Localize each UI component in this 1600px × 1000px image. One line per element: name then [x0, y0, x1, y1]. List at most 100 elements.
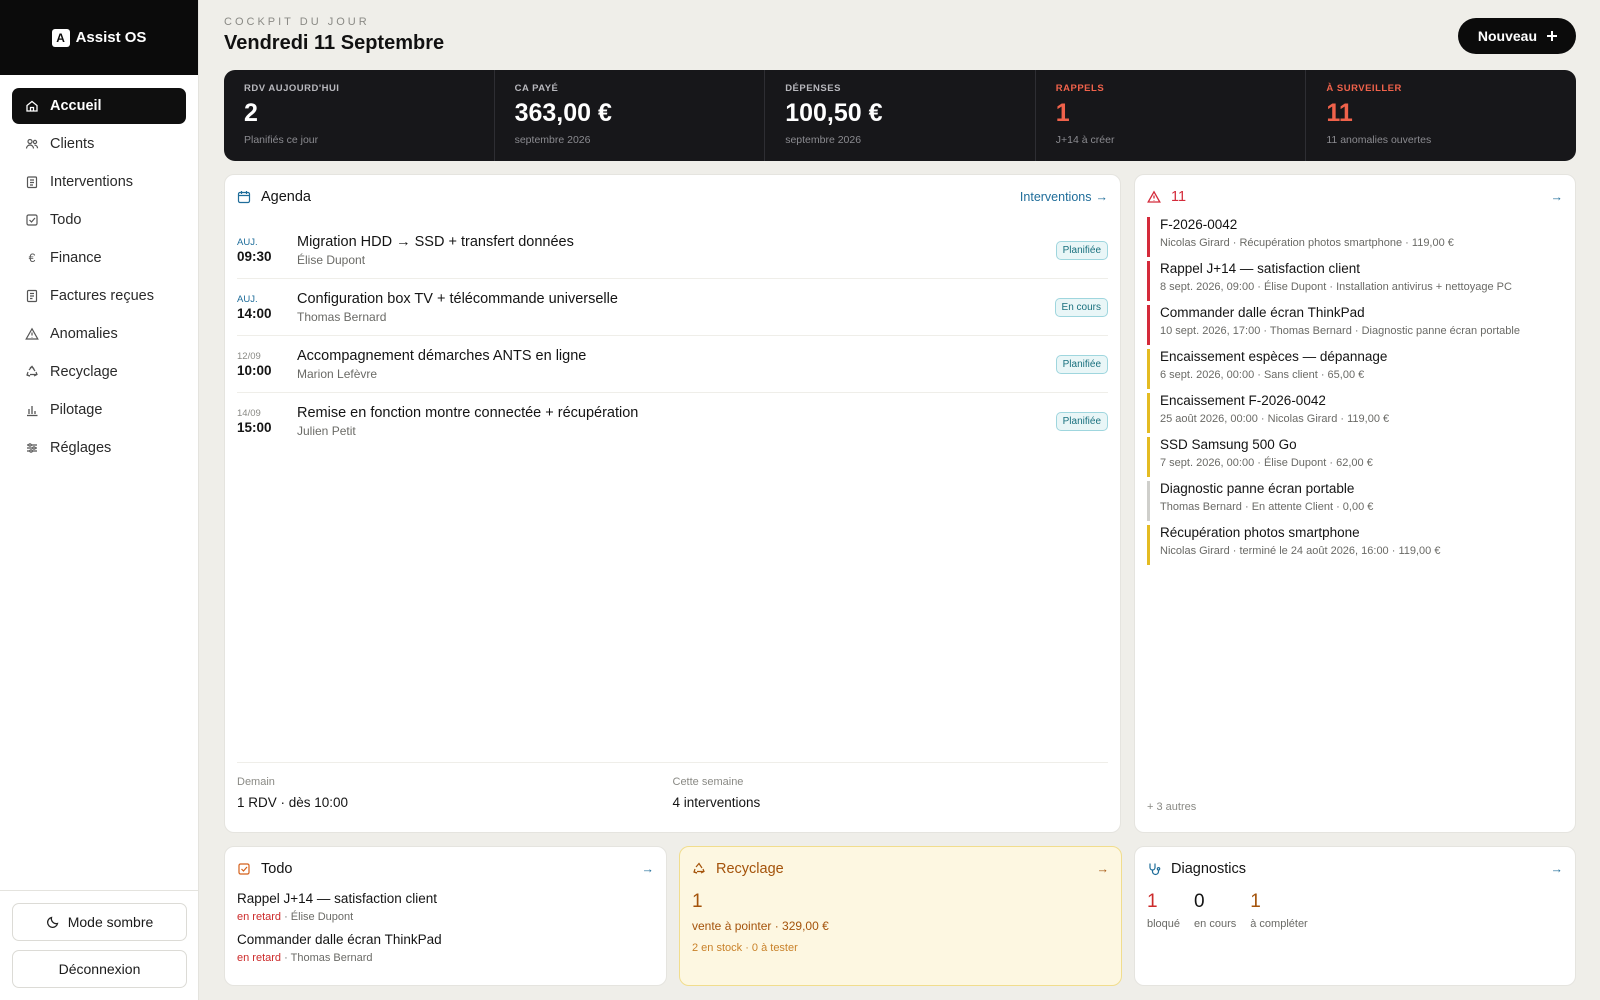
dark-mode-label: Mode sombre — [67, 914, 154, 930]
agenda-item[interactable]: 12/09 10:00 Accompagnement démarches ANT… — [237, 336, 1108, 393]
alert-item[interactable]: SSD Samsung 500 Go 7 sept. 2026, 00:00 ·… — [1147, 437, 1565, 477]
sidebar-item-anomalies[interactable]: Anomalies — [12, 316, 186, 352]
late-label: en retard — [237, 952, 282, 964]
sidebar-item-pilotage[interactable]: Pilotage — [12, 392, 186, 428]
sidebar-item-recyclage[interactable]: Recyclage — [12, 354, 186, 390]
sidebar-item-interventions[interactable]: Interventions — [12, 164, 186, 200]
diag-stat-value: 0 — [1194, 891, 1205, 912]
sidebar-item-label: Clients — [50, 136, 95, 152]
alert-item[interactable]: Encaissement espèces — dépannage 6 sept.… — [1147, 349, 1565, 389]
alert-title: Encaissement F-2026-0042 — [1160, 393, 1326, 408]
sidebar-item-clients[interactable]: Clients — [12, 126, 186, 162]
alert-sub: Nicolas Girard · terminé le 24 août 2026… — [1160, 545, 1441, 557]
agenda-day: AUJ. — [237, 293, 258, 305]
agenda-card: Agenda Interventions → AUJ. 09:30 Migrat… — [224, 174, 1121, 833]
agenda-tomorrow: Demain 1 RDV · dès 10:00 — [237, 776, 673, 810]
agenda-what: Configuration box TV + télécommande univ… — [297, 291, 618, 324]
todo-item-title: Commander dalle écran ThinkPad — [237, 932, 442, 947]
todo-card: Todo → Rappel J+14 — satisfaction client… — [224, 846, 667, 986]
kpi-value: 100,50 € — [785, 99, 883, 127]
kpi-label: DÉPENSES — [785, 83, 841, 94]
agenda-item[interactable]: AUJ. 14:00 Configuration box TV + téléco… — [237, 279, 1108, 336]
kpi-ca-paye[interactable]: CA PAYÉ 363,00 € septembre 2026 — [493, 70, 765, 161]
clipboard-icon — [25, 175, 39, 189]
diag-stat-blocked[interactable]: 1 bloqué — [1147, 891, 1180, 930]
agenda-item[interactable]: 14/09 15:00 Remise en fonction montre co… — [237, 393, 1108, 450]
sidebar-item-todo[interactable]: Todo — [12, 202, 186, 238]
page-kicker: COCKPIT DU JOUR — [224, 16, 370, 28]
todo-item[interactable]: Commander dalle écran ThinkPad en retard… — [237, 932, 654, 964]
sidebar-item-accueil[interactable]: Accueil — [12, 88, 186, 124]
alert-item[interactable]: Récupération photos smartphone Nicolas G… — [1147, 525, 1565, 565]
alert-item[interactable]: Diagnostic panne écran portable Thomas B… — [1147, 481, 1565, 521]
sidebar-item-finance[interactable]: € Finance — [12, 240, 186, 276]
alerts-more[interactable]: + 3 autres — [1147, 801, 1196, 813]
interventions-link[interactable]: Interventions → — [1020, 190, 1108, 204]
alert-item[interactable]: Rappel J+14 — satisfaction client 8 sept… — [1147, 261, 1565, 301]
recyclage-stock: 2 en stock · 0 à tester — [692, 942, 798, 954]
agenda-item-title: Remise en fonction montre connectée + ré… — [297, 405, 639, 421]
sidebar-item-label: Accueil — [50, 98, 102, 114]
alert-sub: Thomas Bernard · En attente Client · 0,0… — [1160, 501, 1374, 513]
agenda-when: 12/09 10:00 — [237, 351, 297, 378]
bar-chart-icon — [25, 403, 39, 417]
sidebar-item-label: Todo — [50, 212, 82, 228]
recyclage-link[interactable]: → — [1097, 862, 1110, 876]
logout-button[interactable]: Déconnexion — [12, 950, 187, 988]
arrow-right-icon: → — [1096, 862, 1110, 876]
agenda-item-client: Julien Petit — [297, 424, 356, 438]
agenda-header: Agenda Interventions → — [237, 189, 1108, 205]
agenda-item[interactable]: AUJ. 09:30 Migration HDD → SSD + transfe… — [237, 222, 1108, 279]
alert-sub: 8 sept. 2026, 09:00 · Élise Dupont · Ins… — [1160, 281, 1512, 293]
todo-assignee: · Thomas Bernard — [281, 952, 373, 964]
dark-mode-button[interactable]: Mode sombre — [12, 903, 187, 941]
checkbox-icon — [25, 213, 39, 227]
tomorrow-label: Demain — [237, 776, 275, 788]
agenda-item-title: Configuration box TV + télécommande univ… — [297, 290, 618, 307]
kpi-value: 363,00 € — [514, 99, 612, 127]
sidebar-item-label: Factures reçues — [50, 288, 154, 304]
todo-header: Todo → — [237, 861, 654, 877]
brand-name: Assist OS — [75, 29, 147, 46]
kpi-value: 1 — [1055, 99, 1070, 127]
brand-logo[interactable]: A Assist OS — [0, 0, 198, 75]
interventions-link-label: Interventions — [1019, 190, 1092, 204]
alerts-header: 11 → — [1147, 189, 1563, 205]
sidebar-item-reglages[interactable]: Réglages — [12, 430, 186, 466]
kpi-rappels[interactable]: RAPPELS 1 J+14 à créer — [1034, 70, 1306, 161]
agenda-what: Accompagnement démarches ANTS en ligne M… — [297, 348, 586, 381]
receipt-icon — [25, 289, 39, 303]
alert-item[interactable]: Commander dalle écran ThinkPad 10 sept. … — [1147, 305, 1565, 345]
logout-label: Déconnexion — [58, 961, 141, 977]
diag-stat-label: à compléter — [1250, 918, 1308, 930]
diagnostics-link[interactable]: → — [1551, 862, 1564, 876]
kpi-depenses[interactable]: DÉPENSES 100,50 € septembre 2026 — [764, 70, 1035, 161]
diag-stat-to-complete[interactable]: 1 à compléter — [1250, 891, 1307, 930]
alert-sub: 25 août 2026, 00:00 · Nicolas Girard · 1… — [1160, 413, 1390, 425]
alerts-link[interactable]: → — [1551, 190, 1564, 204]
week-label: Cette semaine — [672, 776, 744, 788]
alerts-count: 11 — [1171, 189, 1187, 205]
alert-item[interactable]: F-2026-0042 Nicolas Girard · Récupératio… — [1147, 217, 1565, 257]
diag-stat-in-progress[interactable]: 0 en cours — [1194, 891, 1236, 930]
diag-stat-value: 1 — [1147, 891, 1158, 912]
todo-link[interactable]: → — [642, 862, 655, 876]
kpi-rdv-today[interactable]: RDV AUJOURD'HUI 2 Planifiés ce jour — [224, 70, 494, 161]
agenda-day: 14/09 — [237, 408, 261, 419]
kpi-sub: septembre 2026 — [785, 134, 862, 146]
recyclage-count: 1 — [692, 891, 703, 912]
alert-sub: Nicolas Girard · Récupération photos sma… — [1160, 237, 1454, 249]
sliders-icon — [25, 441, 39, 455]
new-button[interactable]: Nouveau — [1457, 18, 1576, 54]
alert-item[interactable]: Encaissement F-2026-0042 25 août 2026, 0… — [1147, 393, 1565, 433]
diagnostics-card: Diagnostics → 1 bloqué 0 en cours 1 à co… — [1134, 846, 1576, 986]
alert-list: F-2026-0042 Nicolas Girard · Récupératio… — [1147, 217, 1565, 569]
todo-title: Todo — [261, 861, 293, 877]
sidebar-item-factures-recues[interactable]: Factures reçues — [12, 278, 186, 314]
agenda-item-client: Marion Lefèvre — [297, 366, 378, 381]
todo-item[interactable]: Rappel J+14 — satisfaction client en ret… — [237, 891, 654, 923]
diagnostics-header: Diagnostics → — [1147, 861, 1563, 877]
calendar-icon — [237, 190, 251, 204]
kpi-a-surveiller[interactable]: À SURVEILLER 11 11 anomalies ouvertes — [1305, 70, 1576, 161]
agenda-time: 10:00 — [237, 362, 272, 378]
